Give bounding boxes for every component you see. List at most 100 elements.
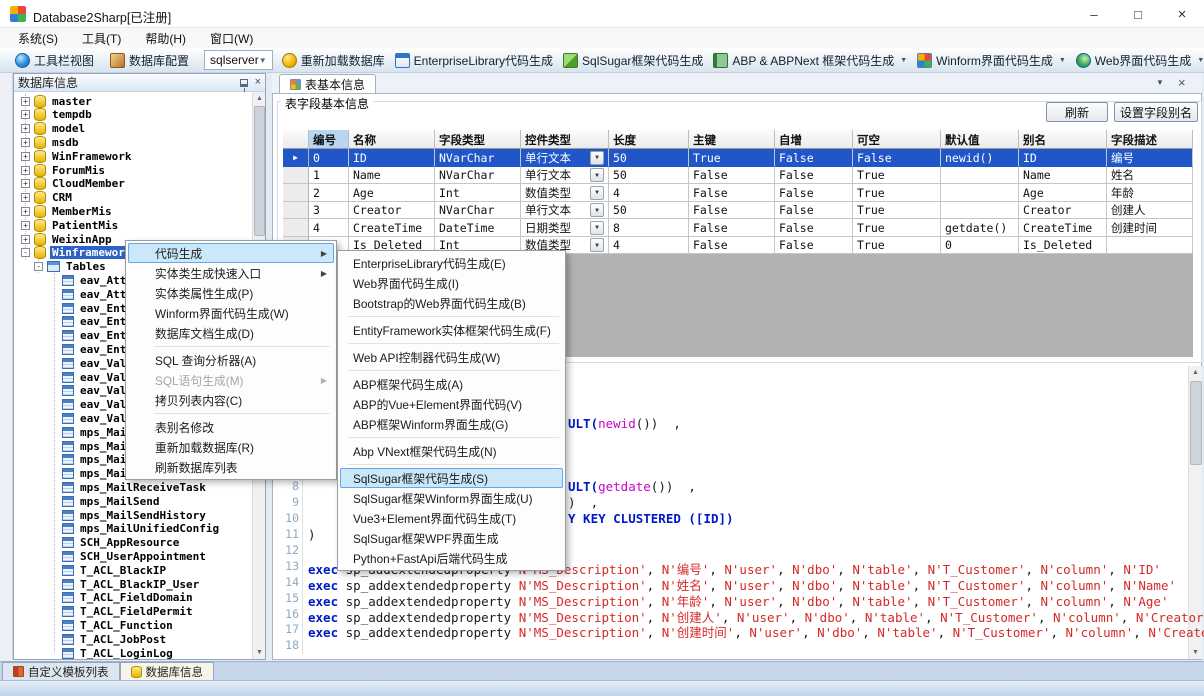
column-header[interactable]: 字段类型 (435, 130, 521, 149)
grid-cell[interactable]: 3 (309, 202, 349, 220)
grid-cell[interactable] (941, 202, 1019, 220)
pin-icon[interactable] (240, 79, 248, 87)
tree-node-tables[interactable]: -Tables (34, 260, 108, 274)
submenu-item-4[interactable]: EntityFramework实体框架代码生成(F) (340, 320, 563, 340)
expand-icon[interactable]: + (21, 124, 30, 133)
scroll-down-icon[interactable]: ▼ (1189, 646, 1202, 659)
expand-icon[interactable]: + (21, 166, 30, 175)
combobox-dropdown-icon[interactable]: ▼ (590, 203, 604, 217)
tree-node-table[interactable]: T_ACL_LoginLog (62, 646, 175, 659)
grid-cell[interactable]: False (775, 237, 853, 255)
table-row[interactable]: ▶0IDNVarChar单行文本▼50TrueFalseFalsenewid()… (283, 149, 1193, 167)
grid-cell[interactable]: False (689, 184, 775, 202)
tree-node-table[interactable]: T_ACL_BlackIP_User (62, 577, 201, 591)
grid-cell[interactable]: 4 (309, 219, 349, 237)
tree-node-table[interactable]: T_ACL_FieldDomain (62, 591, 195, 605)
column-header[interactable]: 自增 (775, 130, 853, 149)
grid-cell[interactable]: True (853, 184, 941, 202)
row-selector[interactable]: ▶ (283, 149, 309, 167)
expand-icon[interactable]: + (21, 221, 30, 230)
grid-cell[interactable]: 数值类型▼ (521, 184, 609, 202)
context-menu-item-12[interactable]: 刷新数据库列表 (128, 457, 334, 477)
grid-cell[interactable]: 单行文本▼ (521, 167, 609, 185)
minimize-button[interactable]: – (1072, 0, 1116, 28)
grid-cell[interactable]: 50 (609, 149, 689, 167)
row-selector[interactable] (283, 184, 309, 202)
grid-cell[interactable]: 0 (309, 149, 349, 167)
grid-cell[interactable]: False (853, 149, 941, 167)
column-header[interactable]: 可空 (853, 130, 941, 149)
column-header[interactable]: 主键 (689, 130, 775, 149)
grid-cell[interactable]: True (853, 237, 941, 255)
grid-cell[interactable]: False (689, 167, 775, 185)
context-menu-item-3[interactable]: Winform界面代码生成(W) (128, 303, 334, 323)
context-menu-item-7[interactable]: SQL语句生成(M)▶ (128, 370, 334, 390)
grid-cell[interactable]: False (775, 202, 853, 220)
grid-cell[interactable]: 姓名 (1107, 167, 1193, 185)
toolbar-button-SqlSugar框架代码生成[interactable]: SqlSugar框架代码生成 (558, 49, 708, 71)
grid-cell[interactable]: NVarChar (435, 202, 521, 220)
grid-cell[interactable]: 单行文本▼ (521, 149, 609, 167)
grid-cell[interactable]: False (775, 219, 853, 237)
tree-node-database[interactable]: +CloudMember (21, 177, 127, 191)
grid-cell[interactable]: newid() (941, 149, 1019, 167)
expand-icon[interactable]: + (21, 138, 30, 147)
expand-icon[interactable]: + (21, 207, 30, 216)
grid-cell[interactable]: NVarChar (435, 167, 521, 185)
scrollbar-thumb[interactable] (254, 106, 265, 236)
grid-cell[interactable]: False (689, 237, 775, 255)
collapse-icon[interactable]: - (34, 262, 43, 271)
grid-cell[interactable]: 日期类型▼ (521, 219, 609, 237)
grid-cell[interactable]: Name (349, 167, 435, 185)
tree-node-database[interactable]: +ForumMis (21, 163, 107, 177)
combobox-dropdown-icon[interactable]: ▼ (590, 168, 604, 182)
toolbar-button-ABP & ABPNext 框架代码生成[interactable]: ABP & ABPNext 框架代码生成▼ (708, 49, 912, 71)
submenu-item-16[interactable]: Vue3+Element界面代码生成(T) (340, 508, 563, 528)
grid-cell[interactable]: 4 (609, 237, 689, 255)
expand-icon[interactable]: + (21, 179, 30, 188)
column-header[interactable]: 默认值 (941, 130, 1019, 149)
menu-item-0[interactable]: 系统(S) (6, 28, 70, 49)
grid-cell[interactable]: True (853, 202, 941, 220)
grid-cell[interactable]: True (853, 219, 941, 237)
toolbar-button-EnterpriseLibrary代码生成[interactable]: EnterpriseLibrary代码生成 (390, 49, 558, 71)
tree-node-table[interactable]: SCH_UserAppointment (62, 549, 208, 563)
context-menu-item-1[interactable]: 实体类生成快速入口▶ (128, 263, 334, 283)
tree-node-table[interactable]: mps_MailSendHistory (62, 508, 208, 522)
row-selector[interactable] (283, 219, 309, 237)
grid-cell[interactable]: False (689, 219, 775, 237)
context-menu-item-6[interactable]: SQL 查询分析器(A) (128, 350, 334, 370)
expand-icon[interactable]: + (21, 235, 30, 244)
submenu-item-6[interactable]: Web API控制器代码生成(W) (340, 347, 563, 367)
tree-node-table[interactable]: SCH_AppResource (62, 536, 181, 550)
grid-cell[interactable]: 创建人 (1107, 202, 1193, 220)
combobox-dropdown-icon[interactable]: ▼ (590, 221, 604, 235)
tab-table-basic-info[interactable]: 表基本信息 (279, 74, 376, 93)
toolbar-button-Winform界面代码生成[interactable]: Winform界面代码生成▼ (912, 49, 1071, 71)
grid-cell[interactable]: Name (1019, 167, 1107, 185)
grid-cell[interactable]: 编号 (1107, 149, 1193, 167)
context-menu-item-4[interactable]: 数据库文档生成(D) (128, 323, 334, 343)
grid-cell[interactable]: 2 (309, 184, 349, 202)
grid-cell[interactable] (941, 184, 1019, 202)
tabstrip-close-icon[interactable]: × (1178, 75, 1186, 90)
context-menu-item-2[interactable]: 实体类属性生成(P) (128, 283, 334, 303)
submenu-item-1[interactable]: Web界面代码生成(I) (340, 273, 563, 293)
grid-cell[interactable]: True (853, 167, 941, 185)
scroll-up-icon[interactable]: ▲ (253, 92, 266, 105)
scroll-down-icon[interactable]: ▼ (253, 646, 266, 659)
table-row[interactable]: 3CreatorNVarChar单行文本▼50FalseFalseTrueCre… (283, 202, 1193, 220)
tree-node-database[interactable]: +CRM (21, 191, 74, 205)
column-header[interactable]: 控件类型 (521, 130, 609, 149)
tree-node-table[interactable]: T_ACL_JobPost (62, 632, 168, 646)
tree-node-table[interactable]: T_ACL_FieldPermit (62, 605, 195, 619)
scrollbar-thumb[interactable] (1190, 381, 1202, 465)
grid-cell[interactable]: 年龄 (1107, 184, 1193, 202)
grid-cell[interactable]: NVarChar (435, 149, 521, 167)
row-selector[interactable] (283, 167, 309, 185)
context-menu-item-10[interactable]: 表别名修改 (128, 417, 334, 437)
grid-cell[interactable] (1107, 237, 1193, 255)
tree-node-database[interactable]: +MemberMis (21, 204, 114, 218)
combobox-dropdown-icon[interactable]: ▼ (590, 151, 604, 165)
expand-icon[interactable]: + (21, 193, 30, 202)
